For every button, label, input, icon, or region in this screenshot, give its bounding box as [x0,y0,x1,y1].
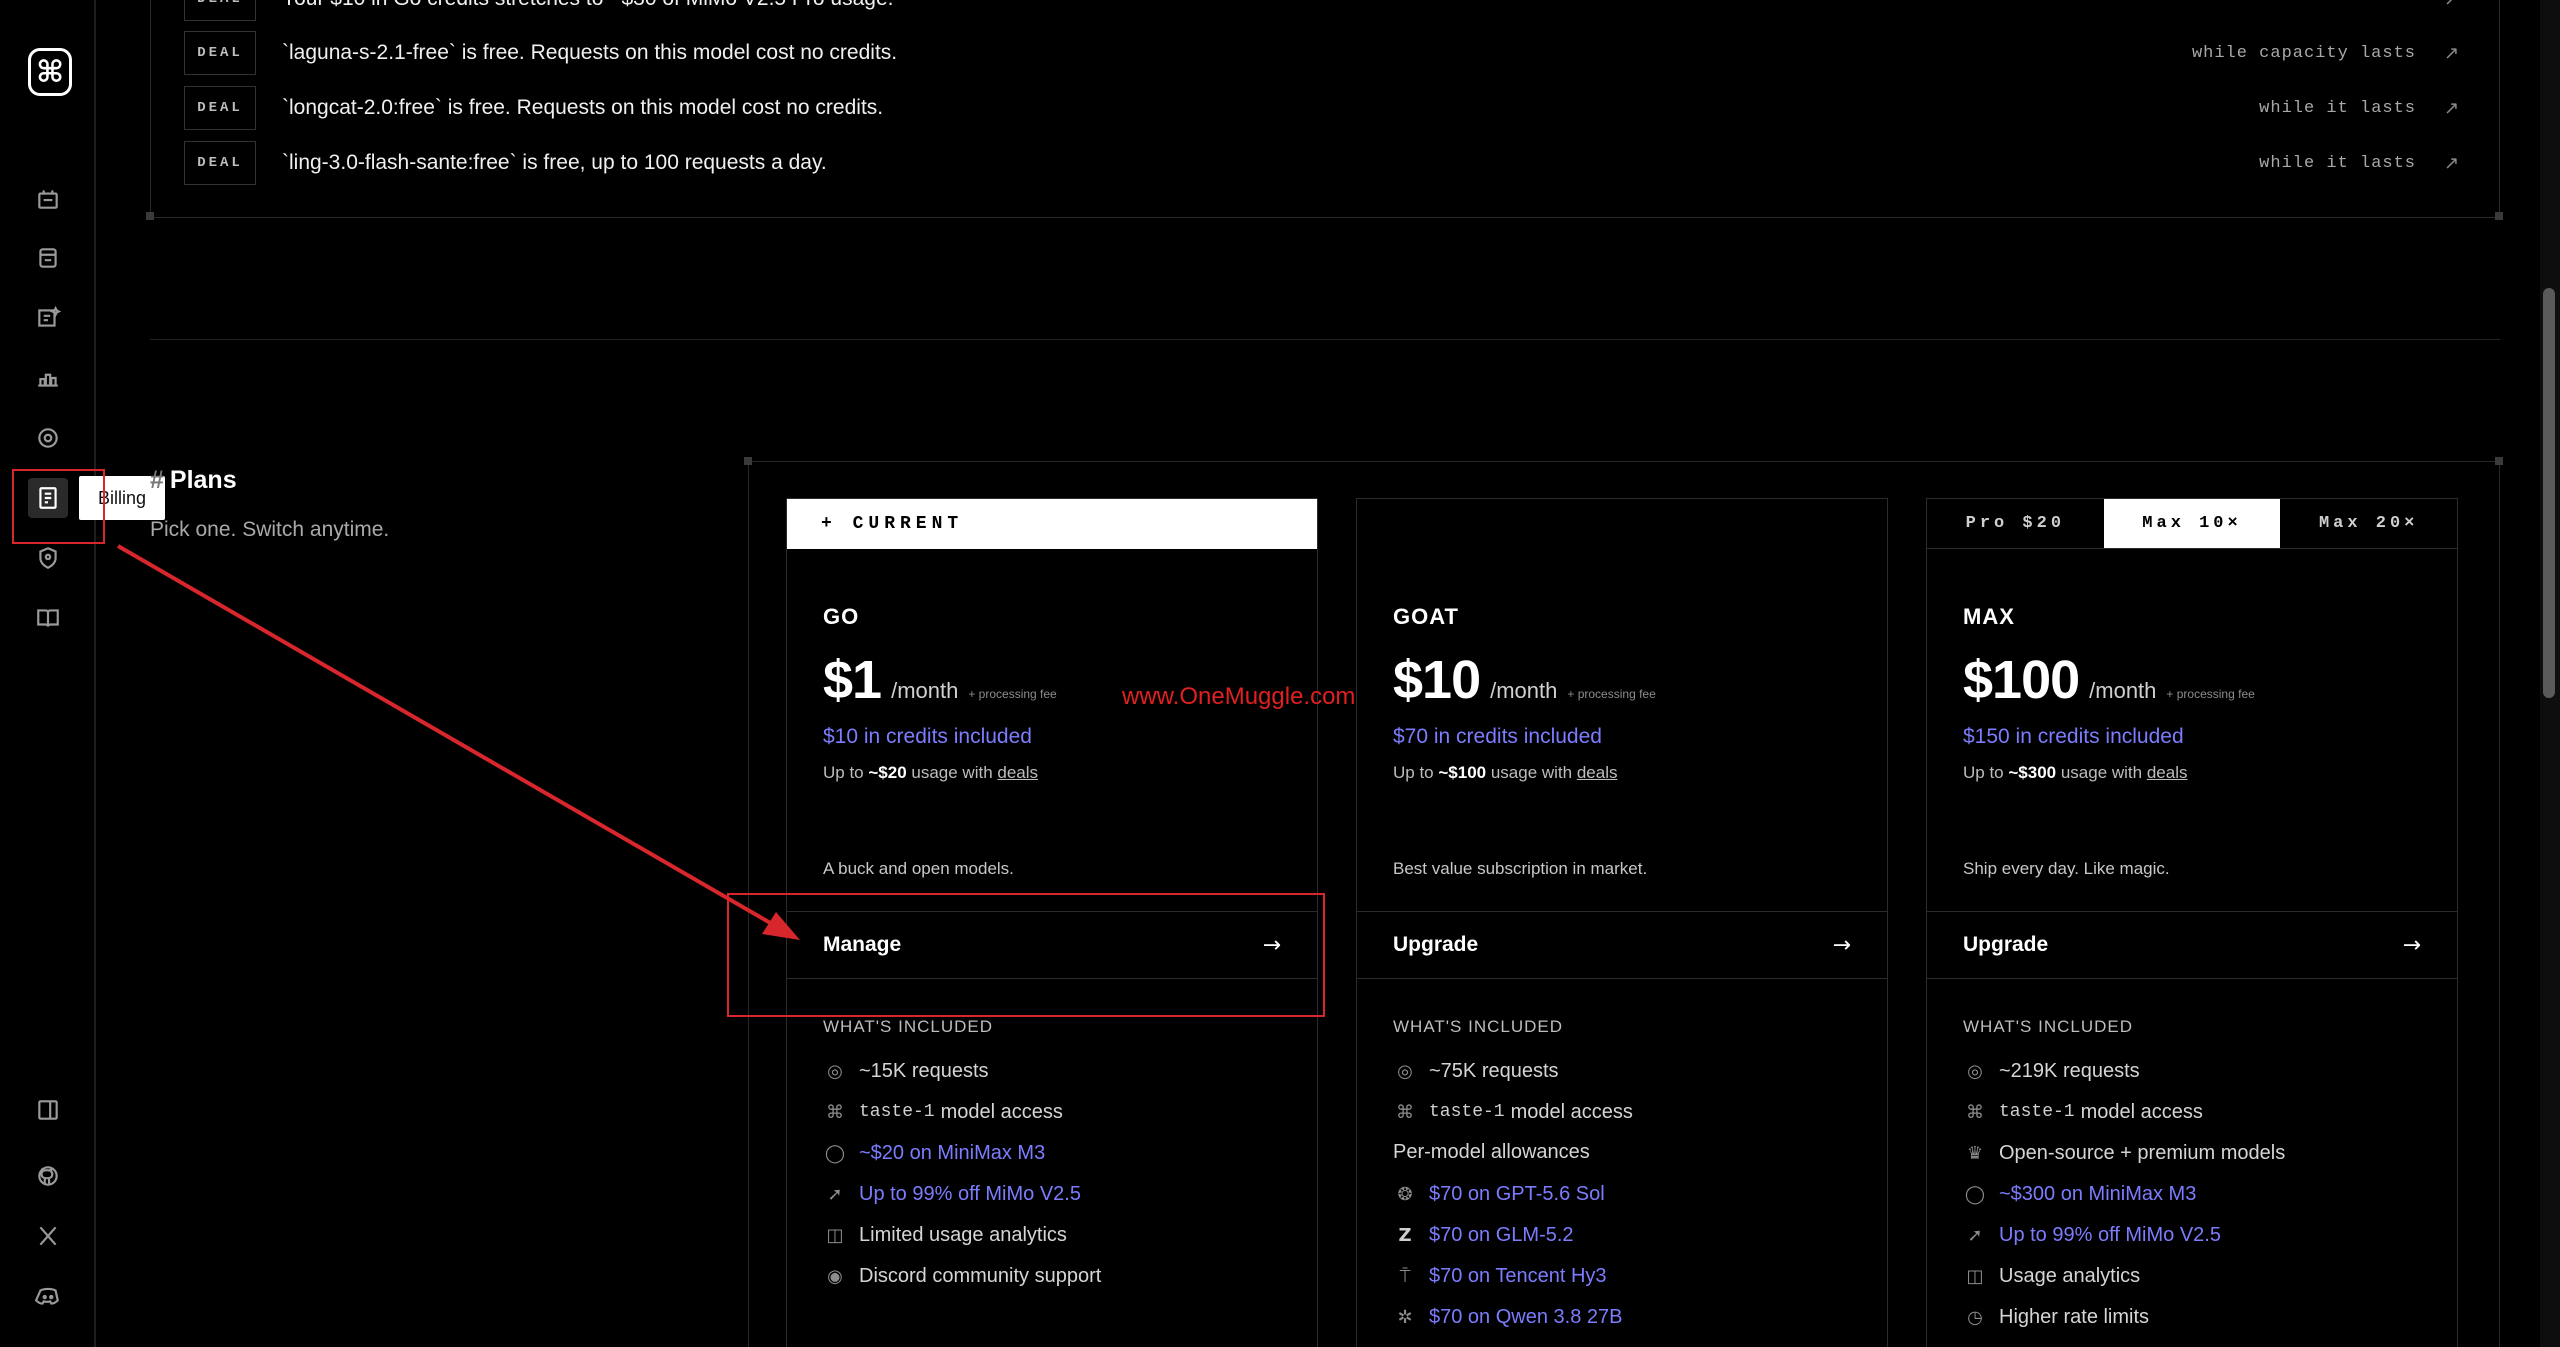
scrollbar-thumb[interactable] [2543,288,2555,698]
app-root: ⌘ Billing DEAL `laguna-s-2.1-free` is fr… [0,0,2560,1347]
annotation-arrow [116,544,800,940]
